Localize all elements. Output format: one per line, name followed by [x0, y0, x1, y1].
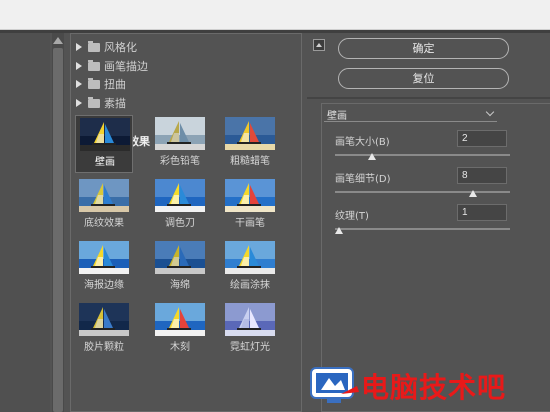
filter-gallery-panel: 风格化画笔描边扭曲素描纹理艺术效果 壁画彩色铅笔粗糙蜡笔底纹效果调色刀干画笔海报…: [70, 33, 302, 412]
filter-thumbnail[interactable]: 绘画涂抹: [221, 239, 279, 297]
brush-size-input[interactable]: 2: [457, 130, 507, 147]
watermark-text: 电脑技术吧: [361, 371, 507, 404]
chevron-down-icon: [485, 107, 495, 117]
filter-thumbnail-label: 底纹效果: [84, 218, 124, 229]
stylize-folder-icon: [88, 40, 100, 52]
filter-thumbnail-label: 海报边缘: [84, 280, 124, 291]
texture-label: 纹理(T): [335, 211, 369, 222]
filter-thumbnail-label: 霓虹灯光: [230, 342, 270, 353]
sailboat-preview-image: [225, 303, 275, 336]
sailboat-preview-image: [225, 117, 275, 150]
filter-select-dropdown[interactable]: 壁画: [324, 106, 497, 122]
filter-thumbnail[interactable]: 干画笔: [221, 177, 279, 235]
filter-thumbnail[interactable]: 粗糙蜡笔: [221, 115, 279, 173]
filter-thumbnail-label: 粗糙蜡笔: [230, 156, 270, 167]
triangle-right-icon[interactable]: [76, 43, 82, 51]
collapse-gallery-button[interactable]: [313, 39, 325, 51]
filter-thumbnail[interactable]: 底纹效果: [75, 177, 133, 235]
scroll-up-arrow-icon[interactable]: [53, 37, 63, 44]
filter-thumbnail[interactable]: 壁画: [75, 115, 133, 173]
sailboat-preview-image: [155, 179, 205, 212]
filter-thumbnail[interactable]: 彩色铅笔: [151, 115, 209, 173]
texture-input[interactable]: 1: [457, 204, 507, 221]
sailboat-preview-image: [79, 303, 129, 336]
filter-thumbnail-label: 干画笔: [235, 218, 265, 229]
distort-folder-icon: [88, 77, 100, 89]
sailboat-preview-image: [80, 118, 130, 151]
filter-thumbnail-label: 绘画涂抹: [230, 280, 270, 291]
brush-detail-slider-track[interactable]: [335, 191, 510, 193]
brush-size-label: 画笔大小(B): [335, 137, 390, 148]
filter-thumbnail-label: 胶片颗粒: [84, 342, 124, 353]
dialog-title-bar: [0, 0, 550, 30]
texture-slider-track[interactable]: [335, 228, 510, 230]
filter-thumbnail[interactable]: 海绵: [151, 239, 209, 297]
sailboat-preview-image: [79, 179, 129, 212]
brush-detail-label: 画笔细节(D): [335, 174, 391, 185]
triangle-right-icon[interactable]: [76, 62, 82, 70]
sailboat-preview-image: [155, 117, 205, 150]
category-row[interactable]: 画笔描边: [76, 57, 148, 75]
brush-detail-slider-handle[interactable]: [468, 190, 477, 197]
filter-thumbnail[interactable]: 霓虹灯光: [221, 301, 279, 359]
category-label: 画笔描边: [104, 60, 148, 73]
filter-thumbnail-label: 彩色铅笔: [160, 156, 200, 167]
texture-slider-handle[interactable]: [335, 227, 343, 234]
filter-thumbnail-label: 木刻: [170, 342, 190, 353]
filter-thumbnail-label: 壁画: [95, 157, 115, 168]
filter-thumbnail[interactable]: 调色刀: [151, 177, 209, 235]
brush-size-slider-handle[interactable]: [368, 153, 377, 160]
sailboat-preview-image: [225, 179, 275, 212]
filter-thumbnail[interactable]: 海报边缘: [75, 239, 133, 297]
triangle-right-icon[interactable]: [76, 80, 82, 88]
filter-thumbnail-label: 调色刀: [165, 218, 195, 229]
triangle-right-icon[interactable]: [76, 99, 82, 107]
sailboat-preview-image: [155, 241, 205, 274]
category-row[interactable]: 风格化: [76, 38, 137, 56]
category-label: 扭曲: [104, 78, 126, 91]
watermark-logo-icon: [310, 367, 359, 403]
sailboat-preview-image: [225, 241, 275, 274]
brush-strokes-folder-icon: [88, 59, 100, 71]
scrollbar-thumb[interactable]: [53, 48, 63, 412]
category-label: 风格化: [104, 41, 137, 54]
sailboat-preview-image: [79, 241, 129, 274]
reset-button[interactable]: 复位: [338, 68, 509, 89]
brush-detail-input[interactable]: 8: [457, 167, 507, 184]
filter-thumbnail[interactable]: 木刻: [151, 301, 209, 359]
watermark: 电脑技术吧: [305, 358, 550, 412]
preview-canvas[interactable]: [0, 33, 50, 412]
panel-divider: [307, 97, 550, 99]
filter-select-value: 壁画: [327, 111, 347, 122]
category-row[interactable]: 素描: [76, 94, 126, 112]
brush-size-slider-track[interactable]: [335, 154, 510, 156]
ok-button[interactable]: 确定: [338, 38, 509, 59]
filter-thumbnail-label: 海绵: [170, 280, 190, 291]
category-label: 素描: [104, 97, 126, 110]
sketch-folder-icon: [88, 96, 100, 108]
sailboat-preview-image: [155, 303, 205, 336]
category-row[interactable]: 扭曲: [76, 75, 126, 93]
filter-thumbnail[interactable]: 胶片颗粒: [75, 301, 133, 359]
